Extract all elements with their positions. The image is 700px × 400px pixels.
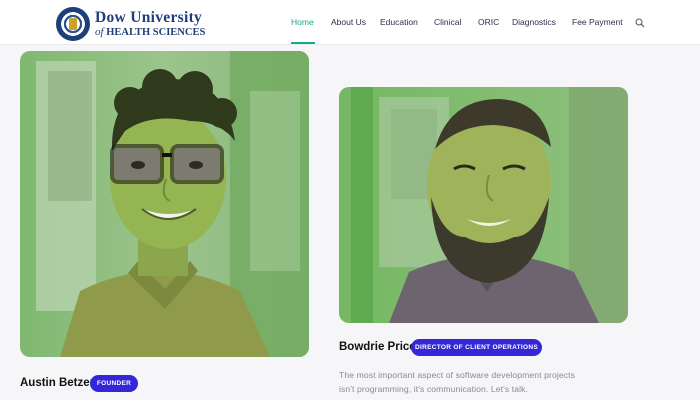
team-photo-bowdrie-price — [339, 87, 628, 323]
logo-wordmark: Dow University of HEALTH SCIENCES — [95, 8, 205, 39]
team-member-name: Bowdrie Price — [339, 341, 416, 353]
nav-diagnostics[interactable]: Diagnostics — [512, 17, 556, 27]
site-header: Dow University of HEALTH SCIENCES Home A… — [0, 0, 700, 45]
logo-line-1: Dow University — [95, 8, 203, 26]
logo-line-2: of HEALTH SCIENCES — [95, 27, 205, 39]
nav-clinical[interactable]: Clinical — [434, 17, 461, 27]
search-icon[interactable] — [635, 18, 645, 28]
team-photo-austin-betzer — [20, 51, 309, 357]
nav-oric[interactable]: ORIC — [478, 17, 499, 27]
nav-home[interactable]: Home — [291, 17, 314, 27]
nav-fee-payment[interactable]: Fee Payment — [572, 17, 623, 27]
team-member-name: Austin Betzer — [20, 377, 95, 389]
university-seal-icon — [56, 7, 90, 41]
logo-line-2-text: HEALTH SCIENCES — [106, 27, 206, 38]
role-badge: FOUNDER — [90, 375, 138, 392]
role-badge: DIRECTOR OF CLIENT OPERATIONS — [411, 339, 542, 356]
logo-of: of — [95, 26, 104, 38]
nav-education[interactable]: Education — [380, 17, 418, 27]
team-member-quote: The most important aspect of software de… — [339, 370, 576, 394]
nav-about-us[interactable]: About Us — [331, 17, 366, 27]
university-logo[interactable]: Dow University of HEALTH SCIENCES — [56, 7, 205, 41]
active-nav-underline — [291, 42, 315, 44]
